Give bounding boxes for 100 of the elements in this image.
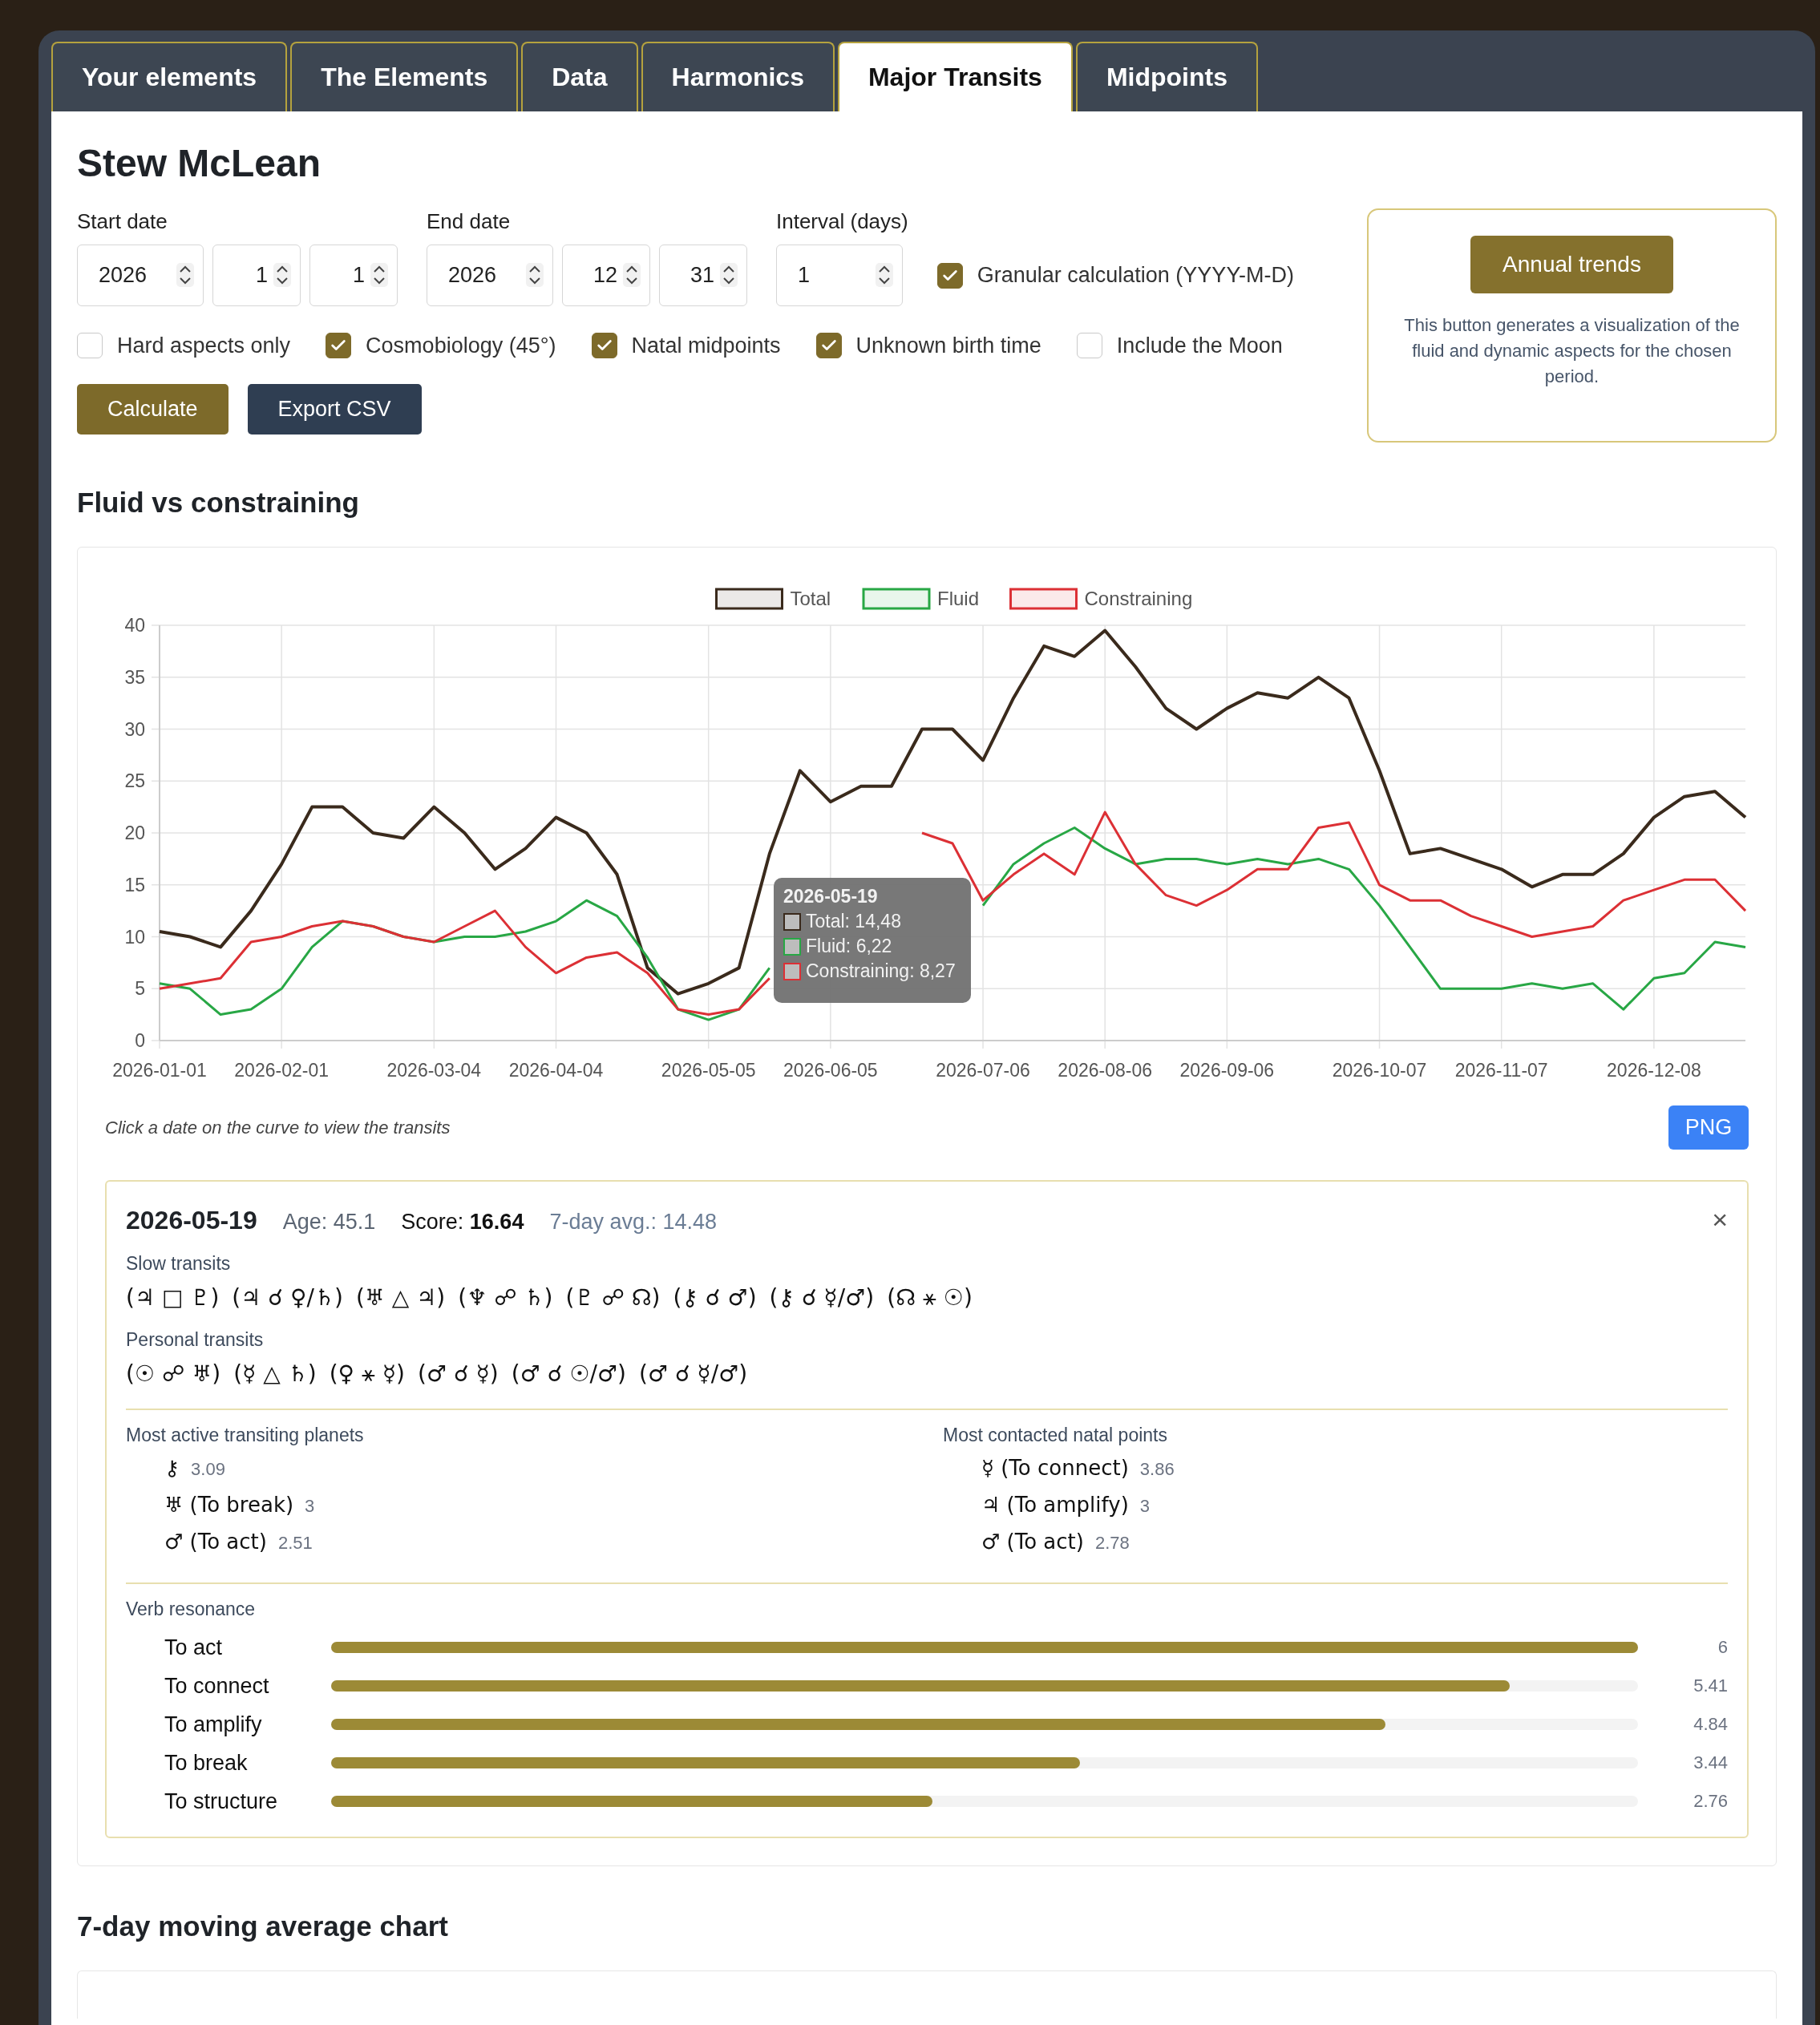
close-button[interactable]: × [1712, 1204, 1728, 1235]
aspect-text: (♂ ☌ ☿/♂) [638, 1360, 748, 1388]
axis-tick-label: 2026-01-01 [112, 1060, 207, 1081]
axis-tick-label: 2026-05-05 [661, 1060, 756, 1081]
axis-tick-label: 2026-09-06 [1179, 1060, 1275, 1081]
planet-name: ⚷ [164, 1456, 180, 1480]
tab[interactable]: Your elements [51, 42, 288, 111]
aspect-text: (⚷ ☌ ♂) [673, 1284, 757, 1312]
checkbox-label: Hard aspects only [117, 333, 291, 358]
checkbox-label: Natal midpoints [631, 333, 781, 358]
checkbox[interactable] [326, 333, 352, 358]
aspect-text: (♃ ☌ ♀/♄) [232, 1284, 343, 1312]
checkbox-label: Granular calculation (YYYY-M-D) [977, 263, 1294, 288]
subheading: Verb resonance [126, 1599, 257, 1620]
number-field[interactable]: 2026 [427, 245, 553, 306]
aspect-text: (☉ ☍ ♅) [126, 1360, 221, 1388]
checkbox-label: Include the Moon [1116, 333, 1283, 358]
section-title: Fluid vs constraining [77, 486, 360, 519]
planet-name: ♂ (To act) [981, 1530, 1084, 1554]
planet-name: ☿ (To connect) [981, 1456, 1129, 1480]
checkbox[interactable] [77, 333, 103, 358]
checkbox[interactable] [591, 333, 617, 358]
legend-label: Constraining [1084, 588, 1193, 609]
aspect-text: (♂ ☌ ☿) [418, 1360, 499, 1388]
axis-tick-label: 20 [124, 823, 145, 843]
axis-tick-label: 2026-12-08 [1607, 1060, 1701, 1081]
spinner-icon[interactable] [876, 263, 893, 287]
field-label: Start date [77, 208, 168, 234]
axis-tick-label: 2026-02-01 [234, 1060, 329, 1081]
tab[interactable]: Midpoints [1075, 42, 1258, 111]
number-field[interactable]: 31 [659, 245, 747, 306]
planet-score: 3.09 [191, 1459, 225, 1480]
axis-tick-label: 2026-11-07 [1454, 1060, 1548, 1081]
axis-tick-label: 25 [124, 770, 145, 792]
axis-tick-label: 2026-07-06 [936, 1060, 1030, 1081]
verb-score: 5.41 [1693, 1675, 1728, 1696]
axis-tick-label: 15 [124, 874, 145, 895]
planet-name: ♃ (To amplify) [981, 1493, 1129, 1517]
subheading: Slow transits [126, 1253, 232, 1275]
calculate-button[interactable]: Calculate [77, 384, 229, 435]
subheading: Personal transits [126, 1329, 265, 1351]
verb-label: To connect [164, 1673, 270, 1699]
axis-tick-label: 30 [124, 718, 145, 740]
spinner-icon[interactable] [720, 263, 738, 287]
number-field[interactable]: 1 [212, 245, 301, 306]
number-field[interactable]: 12 [562, 245, 650, 306]
aspect-text: (⚷ ☌ ☿/♂) [769, 1284, 875, 1312]
tooltip-text: Constraining: 8,27 [806, 960, 956, 982]
checkbox-label: Cosmobiology (45°) [366, 333, 556, 358]
checkbox[interactable] [815, 333, 842, 358]
section-title: 7-day moving average chart [77, 1910, 449, 1943]
aspect-text: (☿ △ ♄) [233, 1360, 317, 1388]
aspect-text: (♀ ⚹ ☿) [329, 1360, 406, 1388]
planet-name: ♅ (To break) [164, 1493, 294, 1517]
chart-caption: Click a date on the curve to view the transits [105, 1117, 451, 1138]
number-field[interactable]: 2026 [77, 245, 204, 306]
verb-score: 6 [1717, 1637, 1728, 1658]
verb-score: 4.84 [1693, 1714, 1728, 1735]
field-label: Interval (days) [776, 208, 908, 234]
spinner-icon[interactable] [526, 263, 544, 287]
field-label: End date [427, 208, 512, 234]
axis-tick-label: 40 [124, 615, 145, 636]
spinner-icon[interactable] [623, 263, 641, 287]
verb-label: To break [164, 1750, 249, 1776]
planet-name: ♂ (To act) [164, 1530, 267, 1554]
spinner-icon[interactable] [273, 263, 291, 287]
tab[interactable]: Data [521, 42, 638, 111]
number-field[interactable]: 1 [776, 245, 903, 306]
average-text: 7-day avg.: 14.48 [549, 1210, 718, 1235]
tab[interactable]: Harmonics [641, 42, 835, 111]
tab[interactable]: The Elements [290, 42, 519, 111]
aspect-text: (♇ ☍ ☊) [565, 1284, 661, 1312]
axis-tick-label: 2026-10-07 [1332, 1060, 1427, 1081]
spinner-icon[interactable] [176, 263, 194, 287]
aspect-text: (♅ △ ♃) [355, 1284, 446, 1312]
axis-tick-label: 2026-03-04 [386, 1060, 482, 1081]
legend-item[interactable]: Constraining [1009, 588, 1193, 610]
planet-score: 3 [305, 1496, 315, 1517]
aspect-text: (♃ □ ♇) [126, 1284, 220, 1312]
tab[interactable]: Major Transits [837, 42, 1073, 111]
subheading: Most active transiting planets [126, 1425, 365, 1446]
axis-tick-label: 0 [135, 1030, 145, 1051]
subheading: Most contacted natal points [943, 1425, 1168, 1446]
swatch-icon [783, 912, 801, 931]
export-button[interactable]: Export CSV [247, 384, 422, 435]
number-field[interactable]: 1 [309, 245, 398, 306]
verb-label: To structure [164, 1789, 279, 1814]
score-text: Score: 16.64 [401, 1210, 524, 1235]
verb-label: To amplify [164, 1712, 263, 1737]
planet-score: 2.78 [1094, 1533, 1130, 1554]
annual-trends-button[interactable]: Annual trends [1470, 236, 1673, 293]
detail-date: 2026-05-19 [126, 1206, 257, 1235]
checkbox[interactable] [1076, 333, 1102, 358]
planet-score: 3.86 [1139, 1459, 1175, 1480]
checkbox[interactable] [936, 262, 963, 289]
png-button[interactable]: PNG [1668, 1105, 1749, 1150]
aspect-text: (♆ ☍ ♄) [458, 1284, 553, 1312]
axis-tick-label: 5 [135, 978, 145, 1000]
verb-score: 3.44 [1693, 1752, 1728, 1773]
spinner-icon[interactable] [370, 263, 388, 287]
